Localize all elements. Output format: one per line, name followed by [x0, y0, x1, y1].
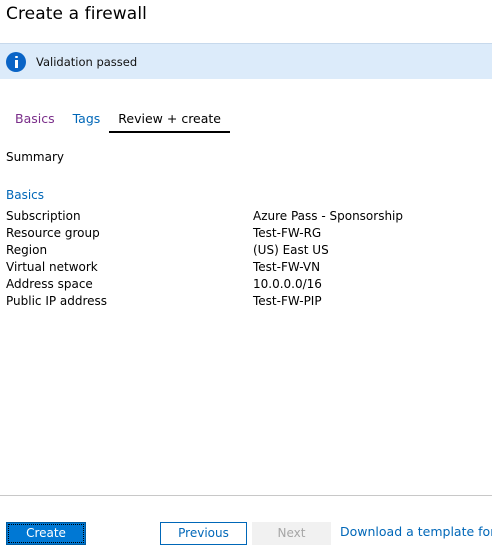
- validation-message: Validation passed: [36, 54, 138, 69]
- row-value: Test-FW-VN: [253, 260, 321, 274]
- row-value: (US) East US: [253, 243, 329, 257]
- summary-row-region: Region (US) East US: [6, 243, 492, 260]
- summary-row-public-ip-address: Public IP address Test-FW-PIP: [6, 294, 492, 311]
- summary-row-subscription: Subscription Azure Pass - Sponsorship: [6, 209, 492, 226]
- row-label: Subscription: [6, 209, 81, 223]
- download-template-link[interactable]: Download a template for automation: [340, 524, 492, 539]
- row-value: 10.0.0.0/16: [253, 277, 322, 291]
- tab-tags[interactable]: Tags: [64, 109, 110, 131]
- tab-review-create[interactable]: Review + create: [109, 109, 230, 133]
- row-label: Public IP address: [6, 294, 108, 308]
- section-title-basics: Basics: [6, 188, 45, 202]
- row-value: Test-FW-PIP: [253, 294, 322, 308]
- info-icon: [6, 51, 26, 72]
- summary-heading: Summary: [6, 150, 64, 164]
- summary-row-address-space: Address space 10.0.0.0/16: [6, 277, 492, 294]
- page-title: Create a firewall: [6, 4, 147, 24]
- next-button[interactable]: Next: [252, 522, 331, 545]
- row-label: Resource group: [6, 226, 100, 240]
- row-label: Address space: [6, 277, 93, 291]
- summary-row-resource-group: Resource group Test-FW-RG: [6, 226, 492, 243]
- validation-banner: Validation passed: [0, 43, 492, 79]
- summary-row-virtual-network: Virtual network Test-FW-VN: [6, 260, 492, 277]
- summary-list: Subscription Azure Pass - Sponsorship Re…: [6, 209, 492, 311]
- tab-bar: Basics Tags Review + create: [6, 109, 230, 133]
- row-value: Azure Pass - Sponsorship: [253, 209, 404, 223]
- previous-button[interactable]: Previous: [160, 522, 247, 545]
- create-button[interactable]: Create: [6, 522, 86, 545]
- tab-basics[interactable]: Basics: [6, 109, 64, 131]
- footer-divider: [0, 495, 492, 496]
- row-label: Virtual network: [6, 260, 98, 274]
- row-label: Region: [6, 243, 48, 257]
- row-value: Test-FW-RG: [253, 226, 322, 240]
